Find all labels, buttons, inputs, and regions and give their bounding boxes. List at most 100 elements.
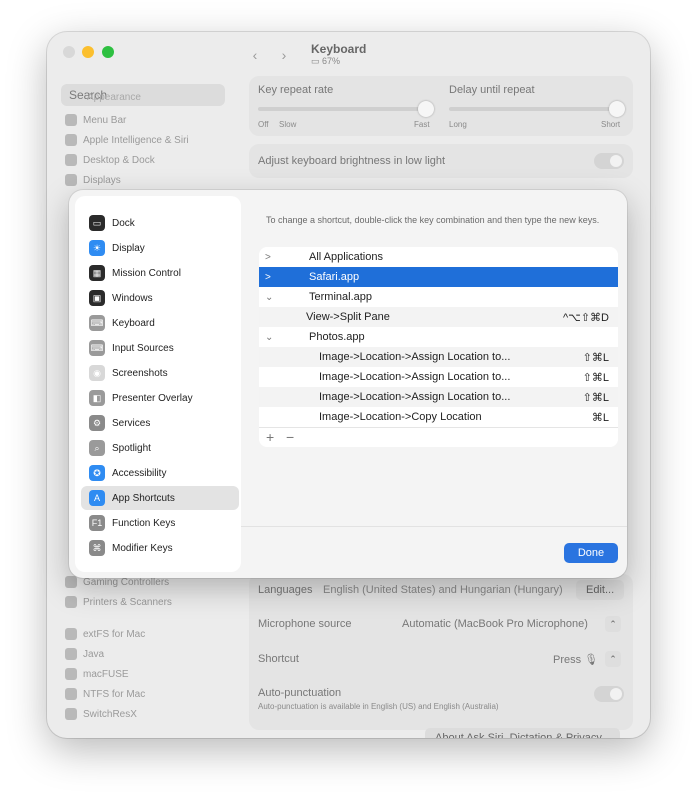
shortcuts-table: + − > All Applications > Safari.app ⌄ Termina…: [259, 247, 618, 447]
sidebar-item-services[interactable]: ⚙ Services: [81, 411, 239, 435]
sidebar-item-mission-control[interactable]: ▦ Mission Control: [81, 261, 239, 285]
sidebar-item-accessibility[interactable]: ✪ Accessibility: [81, 461, 239, 485]
sidebar-item-label: Displays: [83, 174, 121, 186]
delay-repeat-slider[interactable]: [449, 107, 619, 111]
sidebar-item-dock[interactable]: ▭ Dock: [81, 211, 239, 235]
sidebar-item-spotlight[interactable]: ⌕ Spotlight: [81, 436, 239, 460]
sidebar-item-modifier-keys[interactable]: ⌘ Modifier Keys: [81, 536, 239, 560]
sidebar-item-label: SwitchResX: [83, 708, 137, 720]
sidebar-item-icon: [65, 174, 77, 186]
fast-label: Fast: [414, 120, 430, 129]
about-siri-button[interactable]: About Ask Siri, Dictation & Privacy...: [425, 728, 621, 738]
table-row[interactable]: > All Applications: [259, 247, 618, 267]
sidebar-item-label: Menu Bar: [83, 114, 127, 126]
display-icon: ☀: [89, 240, 105, 256]
shortcut-keys[interactable]: ⇧⌘L: [583, 371, 609, 384]
microphone-source-stepper[interactable]: ⌃: [605, 616, 621, 632]
shortcut-keys[interactable]: ⌘L: [592, 411, 609, 424]
sidebar-item[interactable]: Desktop & Dock: [65, 154, 155, 166]
off-label: Off: [258, 120, 269, 129]
microphone-source-value[interactable]: Automatic (MacBook Pro Microphone): [402, 618, 588, 630]
sidebar-item[interactable]: Menu Bar: [65, 114, 126, 126]
instructions-text: To change a shortcut, double-click the k…: [266, 215, 600, 225]
remove-shortcut-button[interactable]: −: [286, 429, 294, 445]
auto-punctuation-toggle[interactable]: [594, 686, 624, 702]
zoom-window-button[interactable]: [102, 46, 114, 58]
keyboard-icon: ⌨: [89, 315, 105, 331]
sidebar-item[interactable]: Java: [65, 648, 104, 660]
accessibility-icon: ✪: [89, 465, 105, 481]
sidebar-item-appearance[interactable]: Appearance: [87, 92, 141, 103]
shortcut-keys[interactable]: ^⌥⇧⌘D: [563, 311, 609, 324]
delay-repeat-knob[interactable]: [609, 101, 625, 117]
chevron-down-icon[interactable]: ⌄: [265, 292, 275, 303]
table-row[interactable]: Image->Location->Assign Location to... ⇧⌘…: [259, 387, 618, 407]
sidebar-item-function-keys[interactable]: F1 Function Keys: [81, 511, 239, 535]
shortcut-name: Image->Location->Assign Location to...: [319, 351, 511, 363]
done-button[interactable]: Done: [564, 543, 618, 563]
sidebar-item[interactable]: macFUSE: [65, 668, 129, 680]
forward-button[interactable]: ›: [273, 44, 295, 66]
back-button[interactable]: ‹: [244, 44, 266, 66]
long-label: Long: [449, 120, 467, 129]
auto-punctuation-label: Auto-punctuation: [258, 687, 342, 699]
dock-icon: ▭: [89, 215, 105, 231]
sidebar-item-icon: [65, 688, 77, 700]
sidebar-item-label: Function Keys: [112, 517, 176, 529]
sidebar-item-label: Desktop & Dock: [83, 154, 155, 166]
sidebar-item-label: NTFS for Mac: [83, 688, 146, 700]
sidebar-item[interactable]: Printers & Scanners: [65, 596, 172, 608]
microphone-source-label: Microphone source: [258, 618, 352, 630]
short-label: Short: [601, 120, 621, 129]
table-footer: + −: [259, 427, 618, 447]
app-shortcuts-sheet: ▭ Dock ☀ Display ▦ Mission Control ▣ Windows ⌨ Ke…: [69, 190, 627, 578]
shortcut-name: All Applications: [309, 251, 383, 263]
chevron-down-icon[interactable]: ⌄: [265, 332, 275, 343]
add-shortcut-button[interactable]: +: [266, 429, 274, 445]
sidebar-item-input-sources[interactable]: ⌨ Input Sources: [81, 336, 239, 360]
table-row[interactable]: Image->Location->Assign Location to... ⇧⌘…: [259, 367, 618, 387]
chevron-right-icon[interactable]: >: [265, 252, 275, 263]
edit-languages-button[interactable]: Edit...: [576, 580, 625, 600]
chevron-right-icon[interactable]: >: [265, 272, 275, 283]
table-row[interactable]: ⌄ Terminal.app: [259, 287, 618, 307]
presenter-overlay-icon: ◧: [89, 390, 105, 406]
table-row[interactable]: ⌄ Photos.app: [259, 327, 618, 347]
sidebar-item-presenter-overlay[interactable]: ◧ Presenter Overlay: [81, 386, 239, 410]
shortcut-keys[interactable]: ⇧⌘L: [583, 391, 609, 404]
key-repeat-knob[interactable]: [418, 101, 434, 117]
sidebar-item-icon: [65, 576, 77, 588]
table-row[interactable]: > Safari.app: [259, 267, 618, 287]
shortcut-keys[interactable]: ⇧⌘L: [583, 351, 609, 364]
sidebar-item[interactable]: extFS for Mac: [65, 628, 145, 640]
sidebar-item[interactable]: Displays: [65, 174, 121, 186]
table-row[interactable]: View->Split Pane ^⌥⇧⌘D: [259, 307, 618, 327]
shortcut-stepper[interactable]: ⌃: [605, 651, 621, 667]
adjust-brightness-label: Adjust keyboard brightness in low light: [258, 155, 446, 167]
sidebar-item-app-shortcuts[interactable]: A App Shortcuts: [81, 486, 239, 510]
app-shortcuts-icon: A: [89, 490, 105, 506]
minimize-window-button[interactable]: [82, 46, 94, 58]
sidebar-item-display[interactable]: ☀ Display: [81, 236, 239, 260]
close-window-button[interactable]: [63, 46, 75, 58]
sidebar-item-screenshots[interactable]: ◉ Screenshots: [81, 361, 239, 385]
sidebar-item[interactable]: NTFS for Mac: [65, 688, 145, 700]
adjust-brightness-toggle[interactable]: [594, 153, 624, 169]
sidebar-item-label: Gaming Controllers: [83, 576, 170, 588]
sidebar-item[interactable]: Apple Intelligence & Siri: [65, 134, 189, 146]
shortcut-value[interactable]: Press 🎙: [553, 653, 598, 666]
shortcut-name: Safari.app: [309, 271, 360, 283]
sidebar-item[interactable]: SwitchResX: [65, 708, 137, 720]
delay-until-repeat-label: Delay until repeat: [449, 84, 535, 96]
table-row[interactable]: Image->Location->Assign Location to... ⇧⌘…: [259, 347, 618, 367]
languages-value: English (United States) and Hungarian (H…: [323, 584, 563, 596]
function-keys-icon: F1: [89, 515, 105, 531]
shortcut-name: Image->Location->Assign Location to...: [319, 371, 511, 383]
sidebar-item-windows[interactable]: ▣ Windows: [81, 286, 239, 310]
modifier-keys-icon: ⌘: [89, 540, 105, 556]
table-row[interactable]: Image->Location->Copy Location ⌘L: [259, 407, 618, 427]
key-repeat-slider[interactable]: [258, 107, 428, 111]
sidebar-item-icon: [65, 596, 77, 608]
sidebar-item-keyboard[interactable]: ⌨ Keyboard: [81, 311, 239, 335]
shortcut-name: View->Split Pane: [306, 311, 390, 323]
